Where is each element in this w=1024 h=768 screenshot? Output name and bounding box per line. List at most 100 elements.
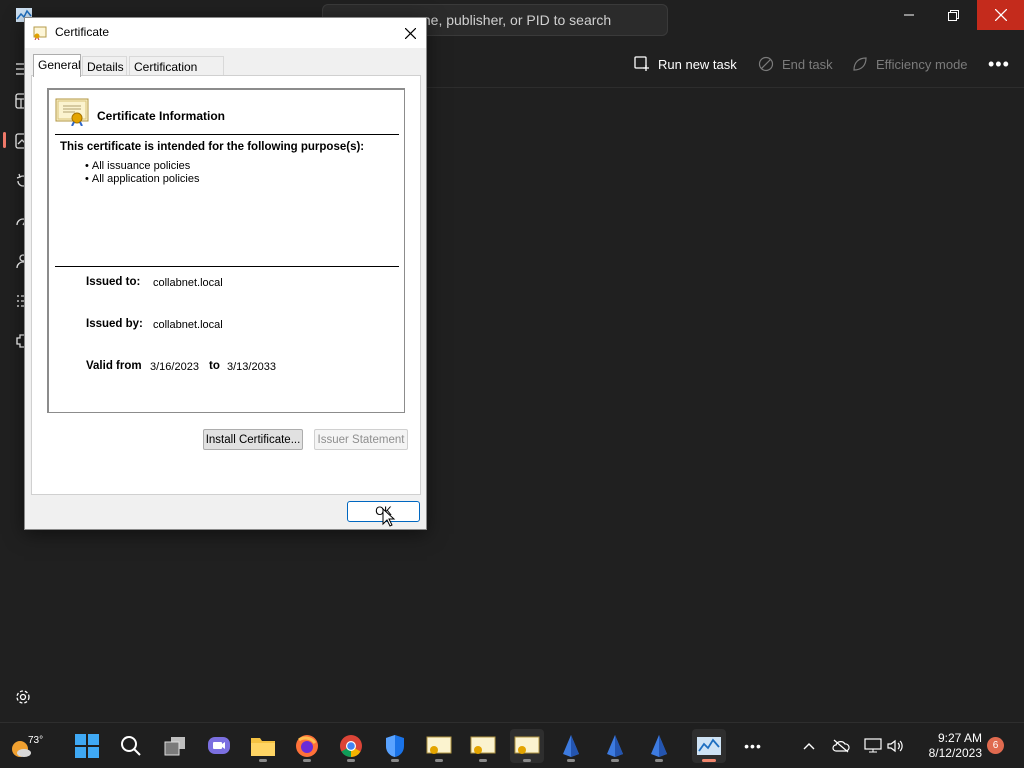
- running-indicator: [567, 759, 575, 762]
- task-manager-icon: [697, 737, 721, 755]
- running-indicator: [479, 759, 487, 762]
- certificate-window-button[interactable]: [422, 729, 456, 763]
- end-task-icon: [758, 56, 774, 72]
- more-icon: •••: [988, 53, 1010, 74]
- tab-details[interactable]: Details: [82, 56, 127, 76]
- file-explorer-button[interactable]: [246, 729, 280, 763]
- end-task-label: End task: [782, 56, 833, 72]
- tab-certification-path[interactable]: Certification Path: [129, 56, 224, 88]
- teams-chat-button[interactable]: [202, 729, 236, 763]
- more-icon: •••: [744, 738, 762, 754]
- firefox-icon: [296, 735, 318, 757]
- issued-to-value: collabnet.local: [153, 277, 223, 289]
- restore-icon: [947, 9, 959, 21]
- list-item: All application policies: [85, 173, 200, 186]
- app-icon: [607, 735, 623, 757]
- issued-by-value: collabnet.local: [153, 319, 223, 331]
- purpose-title: This certificate is intended for the fol…: [60, 141, 365, 153]
- task-view-icon: [164, 737, 185, 756]
- running-indicator: [259, 759, 267, 762]
- divider: [55, 266, 399, 267]
- certificate-window-button[interactable]: [466, 729, 500, 763]
- app-icon: [563, 735, 579, 757]
- onedrive-tray-button[interactable]: [832, 737, 850, 755]
- task-view-button[interactable]: [158, 729, 192, 763]
- weather-widget[interactable]: 73°: [6, 729, 46, 763]
- volume-tray-button[interactable]: [886, 737, 904, 755]
- certificate-icon: [33, 26, 47, 40]
- speaker-icon: [887, 739, 903, 753]
- clock-date: 8/12/2023: [928, 746, 982, 760]
- list-item: All issuance policies: [85, 160, 199, 173]
- divider: [55, 134, 399, 135]
- chevron-up-icon: [803, 743, 815, 750]
- clock[interactable]: 9:27 AM 8/12/2023: [912, 731, 982, 761]
- general-tab-panel: Certificate Information This certificate…: [31, 75, 421, 495]
- tab-general[interactable]: General: [33, 54, 81, 77]
- close-icon: [404, 27, 416, 39]
- chrome-icon: [340, 735, 362, 757]
- more-options-button[interactable]: •••: [988, 52, 1010, 76]
- run-new-task-icon: [634, 56, 649, 71]
- windows-security-button[interactable]: [378, 729, 412, 763]
- running-indicator: [303, 759, 311, 762]
- certificate-large-icon: [55, 98, 89, 126]
- firefox-button[interactable]: [290, 729, 324, 763]
- start-button[interactable]: [70, 729, 104, 763]
- running-indicator: [435, 759, 443, 762]
- certificate-window-button[interactable]: [510, 729, 544, 763]
- settings-gear-icon[interactable]: [14, 688, 32, 706]
- mouse-cursor-icon: [382, 508, 396, 527]
- issued-by-label: Issued by:: [86, 318, 143, 330]
- minimize-icon: [904, 14, 914, 16]
- valid-to-value: 3/13/2033: [227, 361, 276, 373]
- running-indicator: [391, 759, 399, 762]
- certificate-icon: [514, 736, 540, 754]
- running-indicator: [523, 759, 531, 762]
- certificate-dialog: Certificate General Details Certificatio…: [24, 17, 427, 530]
- notification-badge[interactable]: 6: [987, 737, 1004, 754]
- running-indicator: [611, 759, 619, 762]
- efficiency-mode-label: Efficiency mode: [876, 56, 968, 72]
- dialog-title: Certificate: [55, 25, 110, 39]
- restore-button[interactable]: [930, 0, 976, 30]
- certificate-info-box: Certificate Information This certificate…: [47, 88, 405, 413]
- certificate-icon: [470, 736, 496, 754]
- show-hidden-icons-button[interactable]: [800, 737, 818, 755]
- minimize-button[interactable]: [886, 0, 932, 30]
- valid-from-label: Valid from: [86, 360, 142, 372]
- install-certificate-button[interactable]: Install Certificate...: [203, 429, 303, 450]
- dialog-close-button[interactable]: [398, 22, 422, 44]
- end-task-button[interactable]: End task: [758, 52, 833, 76]
- purpose-list: All issuance policies All application po…: [85, 160, 200, 186]
- efficiency-mode-button[interactable]: Efficiency mode: [852, 52, 968, 76]
- run-new-task-button[interactable]: Run new task: [634, 52, 737, 76]
- issuer-statement-button[interactable]: Issuer Statement: [314, 429, 408, 450]
- search-placeholder: me, publisher, or PID to search: [419, 12, 612, 28]
- network-tray-button[interactable]: [864, 737, 882, 755]
- clock-time: 9:27 AM: [937, 731, 982, 745]
- running-indicator: [347, 759, 355, 762]
- network-icon: [864, 738, 882, 753]
- dialog-title-bar: Certificate: [25, 18, 426, 48]
- taskbar: 73° ••• 9:27 AM 8/12/2023 6: [0, 722, 1024, 768]
- task-manager-taskbar-button[interactable]: [692, 729, 726, 763]
- app-icon: [651, 735, 667, 757]
- close-icon: [994, 9, 1007, 21]
- close-button[interactable]: [977, 0, 1024, 30]
- search-taskbar-button[interactable]: [114, 729, 148, 763]
- overflow-button[interactable]: •••: [736, 729, 770, 763]
- chrome-button[interactable]: [334, 729, 368, 763]
- cloud-offline-icon: [832, 739, 850, 753]
- app-button[interactable]: [554, 729, 588, 763]
- chat-icon: [208, 737, 230, 754]
- issued-to-label: Issued to:: [86, 276, 141, 288]
- leaf-icon: [853, 57, 867, 71]
- valid-from-value: 3/16/2023: [150, 361, 199, 373]
- certificate-icon: [426, 736, 452, 754]
- weather-temperature: 73°: [28, 735, 44, 746]
- run-new-task-label: Run new task: [658, 56, 737, 72]
- app-button[interactable]: [642, 729, 676, 763]
- app-button[interactable]: [598, 729, 632, 763]
- windows-logo-icon: [75, 734, 99, 758]
